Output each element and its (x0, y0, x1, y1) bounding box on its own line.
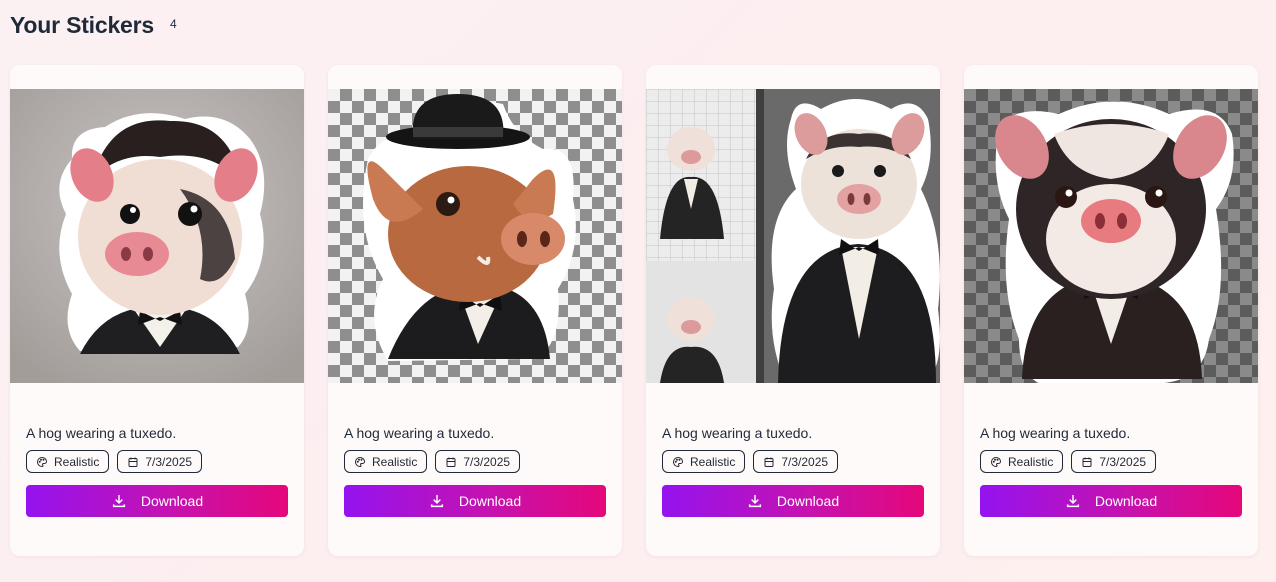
date-label: 7/3/2025 (781, 454, 829, 469)
download-label: Download (140, 493, 204, 509)
sticker-image[interactable] (328, 89, 622, 383)
sticker-image[interactable] (10, 89, 304, 383)
sticker-grid: A hog wearing a tuxedo. Realistic 7/3/20… (10, 65, 1258, 556)
palette-icon (673, 456, 684, 467)
palette-icon (991, 456, 1002, 467)
style-tag: Realistic (344, 450, 428, 473)
palette-icon (355, 456, 366, 467)
sticker-count: 4 (169, 17, 177, 31)
sticker-description: A hog wearing a tuxedo. (344, 425, 495, 441)
download-icon (1066, 495, 1079, 508)
download-label: Download (776, 493, 840, 509)
download-button[interactable]: Download (662, 485, 924, 517)
sticker-tags: Realistic 7/3/2025 (980, 450, 1157, 473)
download-label: Download (1094, 493, 1158, 509)
sticker-tags: Realistic 7/3/2025 (344, 450, 521, 473)
sticker-card: A hog wearing a tuxedo. Realistic 7/3/20… (964, 65, 1258, 556)
palette-icon (37, 456, 48, 467)
calendar-icon (446, 457, 456, 467)
calendar-icon (128, 457, 138, 467)
page-header: Your Stickers 4 (10, 12, 177, 39)
download-button[interactable]: Download (26, 485, 288, 517)
calendar-icon (1082, 457, 1092, 467)
download-button[interactable]: Download (980, 485, 1242, 517)
date-label: 7/3/2025 (1099, 454, 1147, 469)
date-tag: 7/3/2025 (117, 450, 203, 473)
style-tag: Realistic (980, 450, 1064, 473)
sticker-description: A hog wearing a tuxedo. (662, 425, 813, 441)
style-tag: Realistic (662, 450, 746, 473)
date-tag: 7/3/2025 (1071, 450, 1157, 473)
sticker-card: A hog wearing a tuxedo. Realistic 7/3/20… (328, 65, 622, 556)
page-title: Your Stickers (10, 12, 154, 38)
style-label: Realistic (690, 454, 736, 469)
style-tag: Realistic (26, 450, 110, 473)
style-label: Realistic (372, 454, 418, 469)
calendar-icon (764, 457, 774, 467)
style-label: Realistic (1008, 454, 1054, 469)
sticker-image[interactable] (964, 89, 1258, 383)
sticker-tags: Realistic 7/3/2025 (26, 450, 203, 473)
download-icon (112, 495, 125, 508)
date-label: 7/3/2025 (145, 454, 193, 469)
date-tag: 7/3/2025 (753, 450, 839, 473)
download-label: Download (458, 493, 522, 509)
sticker-description: A hog wearing a tuxedo. (980, 425, 1131, 441)
sticker-card: A hog wearing a tuxedo. Realistic 7/3/20… (10, 65, 304, 556)
sticker-image[interactable] (646, 89, 940, 383)
sticker-tags: Realistic 7/3/2025 (662, 450, 839, 473)
date-label: 7/3/2025 (463, 454, 511, 469)
style-label: Realistic (54, 454, 100, 469)
download-icon (430, 495, 443, 508)
date-tag: 7/3/2025 (435, 450, 521, 473)
download-button[interactable]: Download (344, 485, 606, 517)
download-icon (748, 495, 761, 508)
sticker-card: A hog wearing a tuxedo. Realistic 7/3/20… (646, 65, 940, 556)
sticker-description: A hog wearing a tuxedo. (26, 425, 177, 441)
